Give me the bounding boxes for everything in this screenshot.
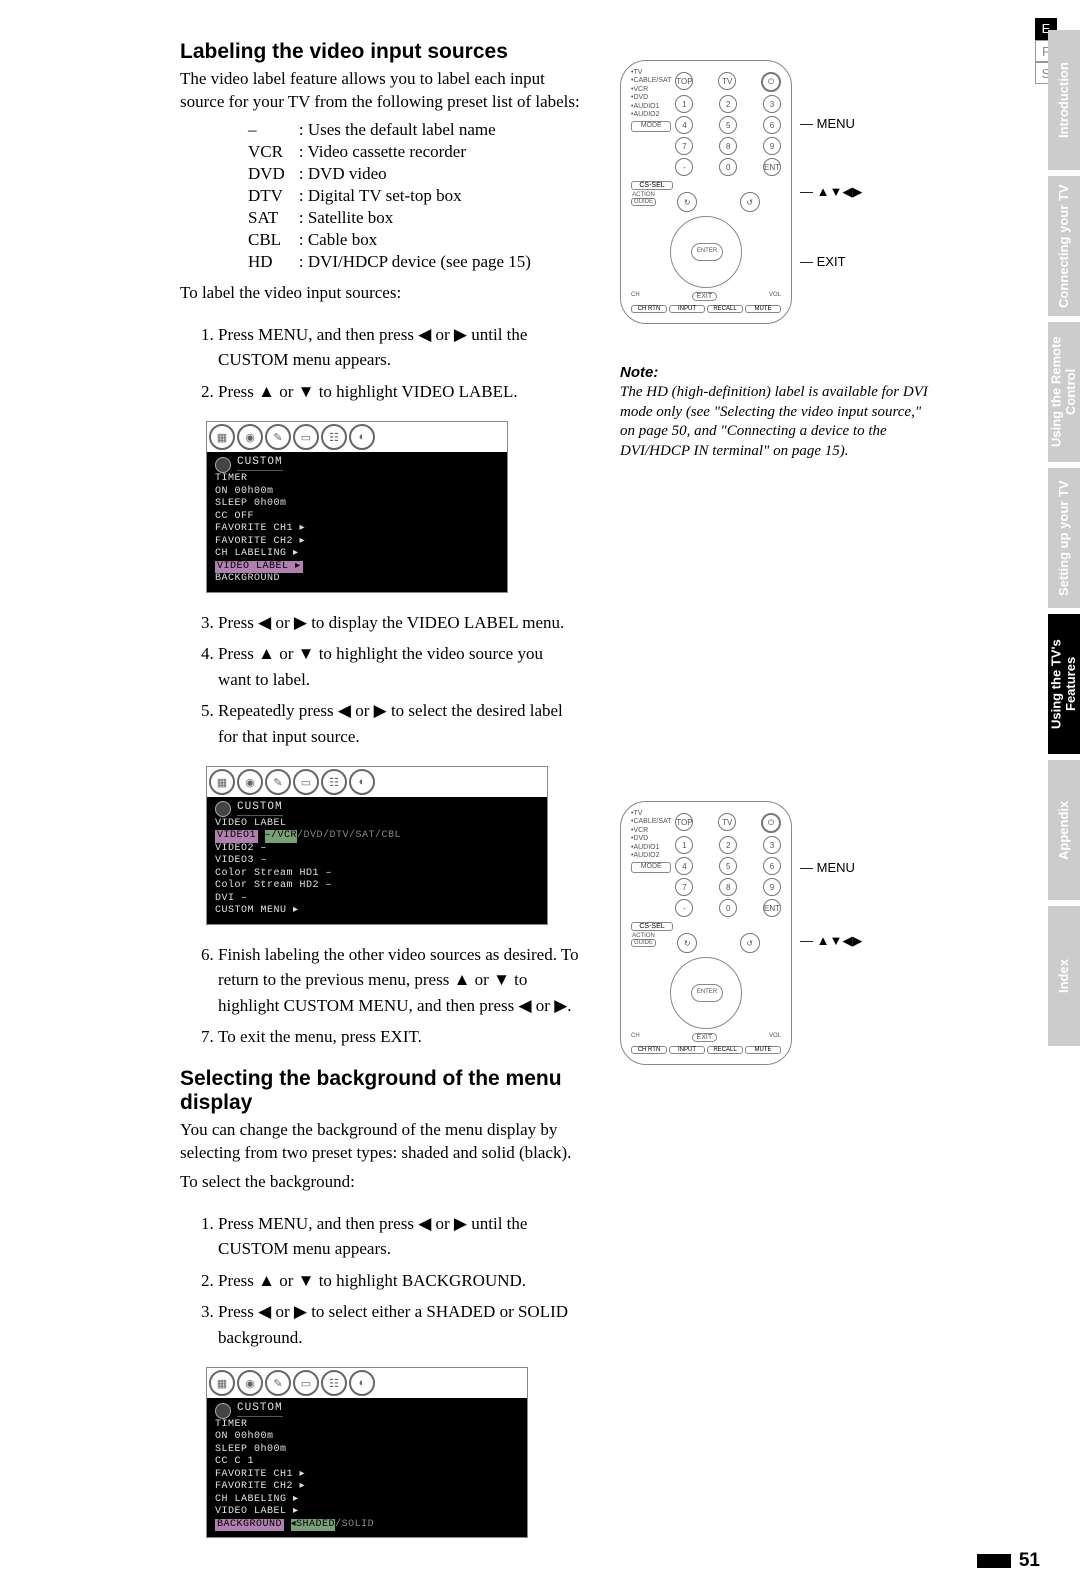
menu-tab-icon: ▭ bbox=[293, 769, 319, 795]
tab-index: Index bbox=[1048, 906, 1080, 1046]
step-5: Repeatedly press ◀ or ▶ to select the de… bbox=[218, 698, 580, 749]
steps-background: Press MENU, and then press ◀ or ▶ until … bbox=[200, 1211, 580, 1351]
menu-tab-icon: ▦ bbox=[209, 769, 235, 795]
menu-tab-icon: ▦ bbox=[209, 424, 235, 450]
to-select-text: To select the background: bbox=[180, 1171, 580, 1194]
callout-arrows: — ▲▼◀▶ bbox=[800, 933, 862, 949]
step-bg-1: Press MENU, and then press ◀ or ▶ until … bbox=[218, 1211, 580, 1262]
menu-tab-icon: ◉ bbox=[237, 769, 263, 795]
menu-tab-icon: ◐ bbox=[349, 424, 375, 450]
menu-tab-icon: ✎ bbox=[265, 424, 291, 450]
menu-tab-icon: ☷ bbox=[321, 424, 347, 450]
callout-arrows: — ▲▼◀▶ bbox=[800, 184, 862, 200]
step-1: Press MENU, and then press ◀ or ▶ until … bbox=[218, 322, 580, 373]
step-3: Press ◀ or ▶ to display the VIDEO LABEL … bbox=[218, 610, 580, 636]
menu-tab-icon: ▦ bbox=[209, 1370, 235, 1396]
label-preset-list: –: Uses the default label name VCR: Vide… bbox=[240, 118, 539, 274]
callout-exit: — EXIT bbox=[800, 254, 862, 269]
dpad-icon: ENTER bbox=[670, 957, 742, 1029]
osd-menu-custom-1: ▦ ◉ ✎ ▭ ☷ ◐ CUSTOM TIMER ON 00h00m SLEEP… bbox=[206, 421, 508, 592]
tab-connecting: Connecting your TV bbox=[1048, 176, 1080, 316]
menu-tab-icon: ▭ bbox=[293, 424, 319, 450]
note-heading: Note: bbox=[620, 364, 930, 381]
menu-tab-icon: ☷ bbox=[321, 769, 347, 795]
menu-tab-icon: ◐ bbox=[349, 1370, 375, 1396]
heading-background: Selecting the background of the menu dis… bbox=[180, 1067, 580, 1115]
callout-menu: — MENU bbox=[800, 860, 862, 875]
heading-labeling: Labeling the video input sources bbox=[180, 40, 580, 64]
step-2: Press ▲ or ▼ to highlight VIDEO LABEL. bbox=[218, 379, 580, 405]
step-4: Press ▲ or ▼ to highlight the video sour… bbox=[218, 641, 580, 692]
intro-labeling: The video label feature allows you to la… bbox=[180, 68, 580, 114]
tab-setting: Setting up your TV bbox=[1048, 468, 1080, 608]
note-body: The HD (high-definition) label is availa… bbox=[620, 383, 930, 461]
osd-menu-custom-background: ▦ ◉ ✎ ▭ ☷ ◐ CUSTOM TIMER ON 00h00m SLEEP… bbox=[206, 1367, 528, 1538]
intro-background: You can change the background of the men… bbox=[180, 1119, 580, 1165]
menu-tab-icon: ✎ bbox=[265, 769, 291, 795]
menu-tab-icon: ◐ bbox=[349, 769, 375, 795]
step-bg-2: Press ▲ or ▼ to highlight BACKGROUND. bbox=[218, 1268, 580, 1294]
menu-tab-icon: ◉ bbox=[237, 424, 263, 450]
remote-illustration-1: •TV •CABLE/SAT •VCR •DVD •AUDIO1 •AUDIO2… bbox=[620, 60, 930, 324]
dpad-icon: ENTER bbox=[670, 216, 742, 288]
steps-c: Finish labeling the other video sources … bbox=[200, 942, 580, 1050]
callout-menu: — MENU bbox=[800, 116, 862, 131]
step-7: To exit the menu, press EXIT. bbox=[218, 1024, 580, 1050]
tab-remote: Using the Remote Control bbox=[1048, 322, 1080, 462]
side-tabs: Introduction Connecting your TV Using th… bbox=[1048, 30, 1080, 1046]
osd-menu-video-label: ▦ ◉ ✎ ▭ ☷ ◐ CUSTOM VIDEO LABEL VIDEO1 –/… bbox=[206, 766, 548, 925]
tab-introduction: Introduction bbox=[1048, 30, 1080, 170]
menu-tab-icon: ◉ bbox=[237, 1370, 263, 1396]
page-number: 51 bbox=[977, 1550, 1040, 1572]
tab-appendix: Appendix bbox=[1048, 760, 1080, 900]
menu-tab-icon: ☷ bbox=[321, 1370, 347, 1396]
tab-features: Using the TV's Features bbox=[1048, 614, 1080, 754]
step-bg-3: Press ◀ or ▶ to select either a SHADED o… bbox=[218, 1299, 580, 1350]
steps-a: Press MENU, and then press ◀ or ▶ until … bbox=[200, 322, 580, 405]
steps-b: Press ◀ or ▶ to display the VIDEO LABEL … bbox=[200, 610, 580, 750]
menu-tab-icon: ▭ bbox=[293, 1370, 319, 1396]
step-6: Finish labeling the other video sources … bbox=[218, 942, 580, 1019]
to-label-text: To label the video input sources: bbox=[180, 282, 580, 305]
menu-tab-icon: ✎ bbox=[265, 1370, 291, 1396]
remote-illustration-2: •TV •CABLE/SAT •VCR •DVD •AUDIO1 •AUDIO2… bbox=[620, 801, 930, 1065]
